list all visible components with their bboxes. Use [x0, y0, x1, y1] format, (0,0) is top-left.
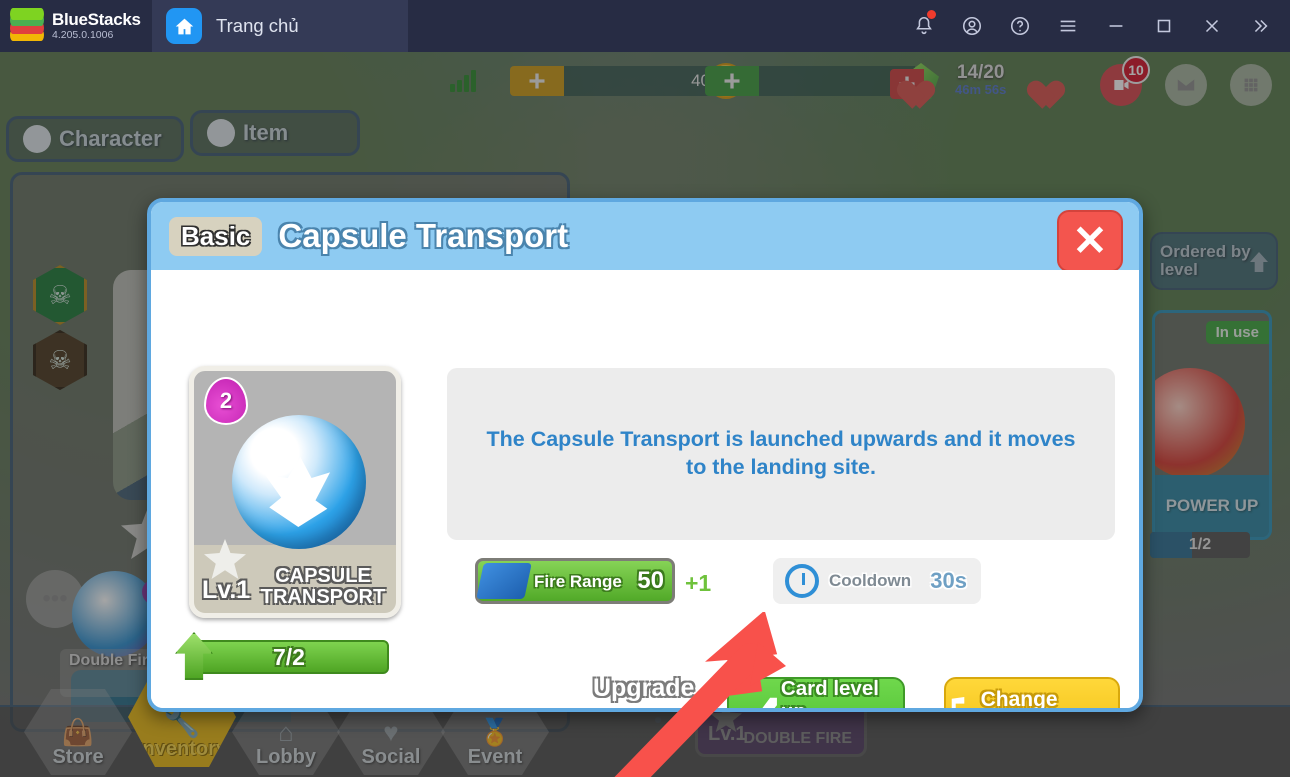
card-level: Lv.1 — [202, 576, 251, 604]
stat-fire-range-bonus: +1 — [685, 570, 712, 596]
stat-fire-range-label: Fire Range — [534, 571, 622, 591]
description-text: The Capsule Transport is launched upward… — [486, 427, 1076, 479]
stat-cooldown-value: 30s — [930, 568, 967, 593]
account-icon[interactable] — [948, 0, 996, 52]
capsule-transport-icon — [232, 415, 366, 549]
card-progress-bar: 7/2 — [175, 632, 389, 680]
minimize-icon[interactable] — [1092, 0, 1140, 52]
brand-name: BlueStacks — [52, 10, 141, 30]
clock-icon — [785, 564, 819, 598]
change-location-button[interactable]: Change location — [944, 677, 1120, 711]
expand-more-icon[interactable] — [1236, 0, 1284, 52]
upgrade-amount: +4 — [649, 711, 678, 713]
stat-fire-range-value: 50 — [637, 567, 664, 594]
notification-dot — [927, 10, 936, 19]
dialog-header: Basic Capsule Transport ✕ — [151, 202, 1139, 272]
upgrade-cost-group: Upgrade +4 — [593, 674, 695, 713]
game-viewport: 40 0 14/20 46m 56s 10 — [0, 52, 1290, 777]
fire-range-icon — [476, 563, 532, 599]
help-icon[interactable] — [996, 0, 1044, 52]
dialog-body: 2 Lv.1 CAPSULE TRANSPORT 7/2 The Capsule… — [151, 270, 1139, 713]
skill-card[interactable]: 2 Lv.1 CAPSULE TRANSPORT — [189, 366, 401, 618]
window-controls — [900, 0, 1290, 52]
tab-home-label: Trang chủ — [216, 15, 299, 36]
upgrade-label: Upgrade — [593, 674, 695, 702]
description-panel: The Capsule Transport is launched upward… — [447, 368, 1115, 540]
card-name: CAPSULE TRANSPORT — [260, 565, 386, 608]
close-button[interactable]: ✕ — [1057, 210, 1123, 272]
maximize-icon[interactable] — [1140, 0, 1188, 52]
upgrade-gem-icon — [609, 709, 641, 712]
page-title: Capsule Transport — [278, 217, 569, 254]
bluestacks-logo-icon — [10, 8, 44, 43]
home-icon — [166, 8, 202, 44]
card-level-up-button[interactable]: Card level up 10 — [727, 676, 905, 712]
card-level-up-label: Card level up — [780, 676, 879, 712]
change-location-label: Change location — [980, 688, 1058, 711]
stat-cooldown: Cooldown 30s — [773, 558, 981, 604]
stat-cooldown-label: Cooldown — [829, 571, 912, 590]
return-arrow-icon — [946, 697, 975, 708]
tier-chip: Basic — [169, 216, 263, 256]
bluestacks-brand: BlueStacks 4.205.0.1006 — [0, 0, 152, 52]
trend-up-icon — [739, 695, 777, 708]
brand-version: 4.205.0.1006 — [52, 28, 114, 41]
card-cost-badge: 2 — [204, 377, 248, 425]
capsule-transport-dialog: Basic Capsule Transport ✕ 2 Lv.1 CAPSULE… — [147, 198, 1143, 712]
stat-fire-range: Fire Range 50 — [475, 558, 675, 604]
star-icon — [204, 539, 246, 579]
close-icon: ✕ — [1072, 217, 1108, 264]
upgrade-arrow-icon — [175, 632, 213, 680]
notifications-bell-icon[interactable] — [900, 0, 948, 52]
card-progress-label: 7/2 — [273, 643, 305, 670]
tab-home[interactable]: Trang chủ — [152, 0, 408, 52]
close-icon[interactable] — [1188, 0, 1236, 52]
menu-icon[interactable] — [1044, 0, 1092, 52]
bluestacks-titlebar: BlueStacks 4.205.0.1006 Trang chủ FORTRE… — [0, 0, 1290, 777]
